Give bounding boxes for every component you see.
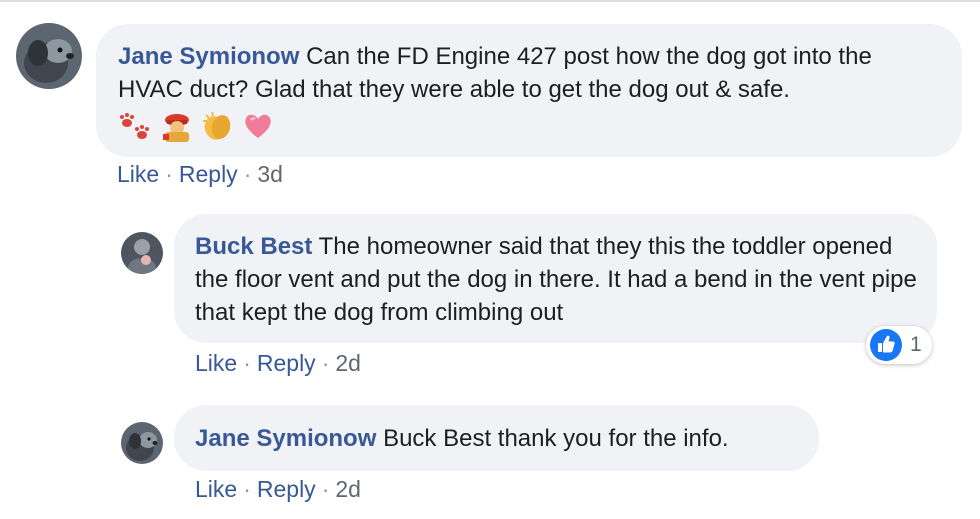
- separator-dot: ·: [321, 476, 330, 502]
- reaction-count: 1: [910, 333, 922, 356]
- comment-author[interactable]: Jane Symionow: [195, 425, 376, 452]
- reply-link[interactable]: Reply: [179, 161, 238, 187]
- separator-dot: ·: [243, 161, 252, 187]
- avatar[interactable]: [121, 422, 163, 464]
- top-divider: [0, 0, 980, 2]
- comment-author[interactable]: Buck Best: [195, 233, 312, 260]
- comment-actions: Like · Reply · 3d: [117, 161, 283, 188]
- dog-avatar-icon: [16, 23, 82, 89]
- comment-bubble: Jane Symionow Can the FD Engine 427 post…: [96, 24, 962, 157]
- comment-text: Buck Best thank you for the info.: [383, 425, 729, 452]
- comment-timestamp[interactable]: 3d: [257, 161, 283, 187]
- dog-avatar-icon: [121, 422, 163, 464]
- person-avatar-icon: [121, 232, 163, 274]
- avatar[interactable]: [121, 232, 163, 274]
- separator-dot: ·: [243, 350, 251, 376]
- like-link[interactable]: Like: [195, 350, 237, 376]
- firefighter-icon: [162, 113, 189, 142]
- separator-dot: ·: [243, 476, 251, 502]
- thumbs-up-icon: [870, 329, 902, 361]
- reply-link[interactable]: Reply: [257, 476, 316, 502]
- comment-bubble: Jane Symionow Buck Best thank you for th…: [174, 405, 819, 471]
- reaction-badge[interactable]: 1: [866, 326, 932, 364]
- comment-actions: Like · Reply · 2d: [195, 476, 361, 503]
- like-link[interactable]: Like: [195, 476, 237, 502]
- comment-timestamp[interactable]: 2d: [335, 476, 361, 502]
- emoji-row: [118, 108, 942, 142]
- separator-dot: ·: [165, 161, 173, 187]
- comment-timestamp[interactable]: 2d: [335, 350, 361, 376]
- comment-author[interactable]: Jane Symionow: [118, 43, 299, 70]
- heart-icon: [245, 114, 271, 138]
- reply-link[interactable]: Reply: [257, 350, 316, 376]
- paw-prints-icon: [120, 112, 149, 139]
- separator-dot: ·: [321, 350, 330, 376]
- like-link[interactable]: Like: [117, 161, 159, 187]
- avatar[interactable]: [16, 23, 82, 89]
- comment-actions: Like · Reply · 2d: [195, 350, 361, 377]
- clapping-hands-icon: [203, 111, 231, 140]
- comment-bubble: Buck Best The homeowner said that they t…: [174, 214, 937, 343]
